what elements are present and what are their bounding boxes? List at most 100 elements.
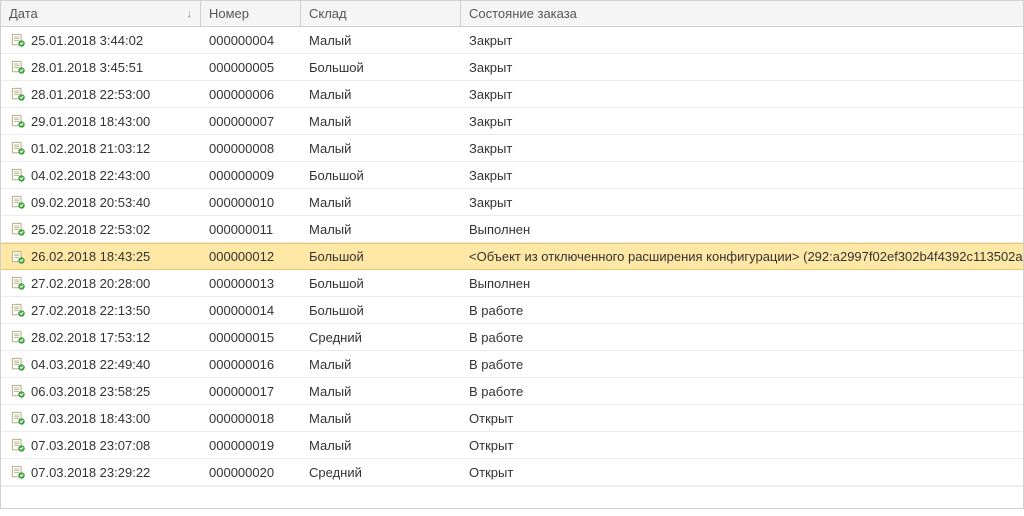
table-row[interactable]: 28.02.2018 17:53:12000000015СреднийВ раб…	[1, 324, 1023, 351]
table-row[interactable]: 28.01.2018 3:45:51 000000005 Большой Закрыт	[1, 54, 1023, 81]
cell-state: Закрыт	[461, 60, 1023, 75]
cell-warehouse-text: Малый	[309, 114, 351, 129]
cell-state-text: Выполнен	[469, 222, 530, 237]
cell-warehouse-text: Малый	[309, 357, 351, 372]
table-row[interactable]: 27.02.2018 22:13:50000000014БольшойВ раб…	[1, 297, 1023, 324]
cell-date-text: 28.01.2018 3:45:51	[31, 60, 143, 75]
cell-state: В работе	[461, 384, 1023, 399]
cell-warehouse: Малый	[301, 222, 461, 237]
cell-warehouse-text: Большой	[309, 60, 364, 75]
cell-date-text: 04.02.2018 22:43:00	[31, 168, 150, 183]
cell-state-text: В работе	[469, 330, 523, 345]
document-posted-icon	[11, 276, 25, 290]
document-posted-icon	[11, 141, 25, 155]
cell-number: 000000013	[201, 276, 301, 291]
cell-number: 000000007	[201, 114, 301, 129]
cell-date: 04.02.2018 22:43:00	[1, 168, 201, 183]
cell-date: 04.03.2018 22:49:40	[1, 357, 201, 372]
cell-warehouse: Малый	[301, 141, 461, 156]
cell-warehouse-text: Малый	[309, 195, 351, 210]
cell-state: В работе	[461, 330, 1023, 345]
cell-warehouse-text: Большой	[309, 276, 364, 291]
column-header-warehouse[interactable]: Склад	[301, 1, 461, 26]
cell-warehouse: Малый	[301, 87, 461, 102]
cell-state: Закрыт	[461, 114, 1023, 129]
table-row[interactable]: 27.02.2018 20:28:00000000013БольшойВыпол…	[1, 270, 1023, 297]
table-row[interactable]: 25.02.2018 22:53:02000000011МалыйВыполне…	[1, 216, 1023, 243]
document-posted-icon	[11, 33, 25, 47]
cell-date-text: 07.03.2018 23:29:22	[31, 465, 150, 480]
cell-date: 06.03.2018 23:58:25	[1, 384, 201, 399]
cell-warehouse: Малый	[301, 114, 461, 129]
cell-state-text: В работе	[469, 384, 523, 399]
cell-warehouse: Средний	[301, 330, 461, 345]
cell-date-text: 07.03.2018 23:07:08	[31, 438, 150, 453]
cell-warehouse: Средний	[301, 465, 461, 480]
cell-date: 28.01.2018 3:45:51	[1, 60, 201, 75]
cell-date-text: 09.02.2018 20:53:40	[31, 195, 150, 210]
cell-number: 000000016	[201, 357, 301, 372]
cell-number: 000000005	[201, 60, 301, 75]
cell-warehouse: Большой	[301, 168, 461, 183]
cell-state-text: В работе	[469, 303, 523, 318]
table-row[interactable]: 04.03.2018 22:49:40 000000016 Малый В работ…	[1, 351, 1023, 378]
cell-number: 000000012	[201, 249, 301, 264]
cell-state-text: Открыт	[469, 465, 513, 480]
cell-warehouse: Большой	[301, 249, 461, 264]
cell-number: 000000014	[201, 303, 301, 318]
cell-warehouse: Большой	[301, 303, 461, 318]
table-row[interactable]: 07.03.2018 23:07:08000000019МалыйОткрыт	[1, 432, 1023, 459]
cell-date-text: 28.01.2018 22:53:00	[31, 87, 150, 102]
cell-state-text: В работе	[469, 357, 523, 372]
document-posted-icon	[11, 357, 25, 371]
cell-warehouse-text: Большой	[309, 168, 364, 183]
cell-warehouse-text: Малый	[309, 411, 351, 426]
document-posted-icon	[11, 222, 25, 236]
cell-number: 000000020	[201, 465, 301, 480]
cell-warehouse-text: Малый	[309, 33, 351, 48]
cell-number: 000000018	[201, 411, 301, 426]
table-header: Дата ↓ Номер Склад Состояние заказа	[1, 1, 1023, 27]
table-row[interactable]: 07.03.2018 18:43:00000000018МалыйОткрыт	[1, 405, 1023, 432]
cell-warehouse-text: Малый	[309, 222, 351, 237]
table-row[interactable]: 06.03.2018 23:58:25000000017МалыйВ работ…	[1, 378, 1023, 405]
cell-warehouse-text: Средний	[309, 465, 362, 480]
cell-date: 25.01.2018 3:44:02	[1, 33, 201, 48]
cell-state: <Объект из отключенного расширения конфи…	[461, 249, 1023, 264]
table-row[interactable]: 09.02.2018 20:53:40000000010МалыйЗакрыт	[1, 189, 1023, 216]
cell-state: Закрыт	[461, 168, 1023, 183]
table-row[interactable]: 01.02.2018 21:03:12000000008МалыйЗакрыт	[1, 135, 1023, 162]
cell-number: 000000004	[201, 33, 301, 48]
column-header-date[interactable]: Дата ↓	[1, 1, 201, 26]
cell-number: 000000006	[201, 87, 301, 102]
document-posted-icon	[11, 384, 25, 398]
cell-warehouse: Малый	[301, 411, 461, 426]
cell-number-text: 000000016	[209, 357, 274, 372]
table-row[interactable]: 29.01.2018 18:43:00000000007 Малый Закрыт	[1, 108, 1023, 135]
cell-number: 000000017	[201, 384, 301, 399]
column-header-number[interactable]: Номер	[201, 1, 301, 26]
cell-warehouse-text: Большой	[309, 303, 364, 318]
cell-date: 07.03.2018 23:29:22	[1, 465, 201, 480]
cell-state-text: Закрыт	[469, 141, 512, 156]
table-row[interactable]: 28.01.2018 22:53:00000000006МалыйЗакрыт	[1, 81, 1023, 108]
table-row[interactable]: 07.03.2018 23:29:22 000000020 Средний Откры…	[1, 459, 1023, 486]
document-posted-icon	[11, 60, 25, 74]
cell-state: Закрыт	[461, 33, 1023, 48]
cell-number: 000000015	[201, 330, 301, 345]
table-row[interactable]: 04.02.2018 22:43:00000000009БольшойЗакры…	[1, 162, 1023, 189]
column-header-state[interactable]: Состояние заказа	[461, 1, 1023, 26]
cell-state-text: Закрыт	[469, 33, 512, 48]
table-row[interactable]: 26.02.2018 18:43:25000000012Большой<Объе…	[1, 243, 1023, 270]
orders-table: Дата ↓ Номер Склад Состояние заказа 25.0…	[0, 0, 1024, 509]
document-posted-icon	[11, 303, 25, 317]
table-row[interactable]: 25.01.2018 3:44:02000000004 Малый Закрыт	[1, 27, 1023, 54]
cell-warehouse-text: Малый	[309, 438, 351, 453]
cell-date-text: 07.03.2018 18:43:00	[31, 411, 150, 426]
column-header-warehouse-label: Склад	[309, 6, 347, 21]
cell-state-text: Закрыт	[469, 114, 512, 129]
cell-number-text: 000000005	[209, 60, 274, 75]
cell-warehouse: Большой	[301, 60, 461, 75]
cell-warehouse: Малый	[301, 33, 461, 48]
cell-date: 29.01.2018 18:43:00	[1, 114, 201, 129]
